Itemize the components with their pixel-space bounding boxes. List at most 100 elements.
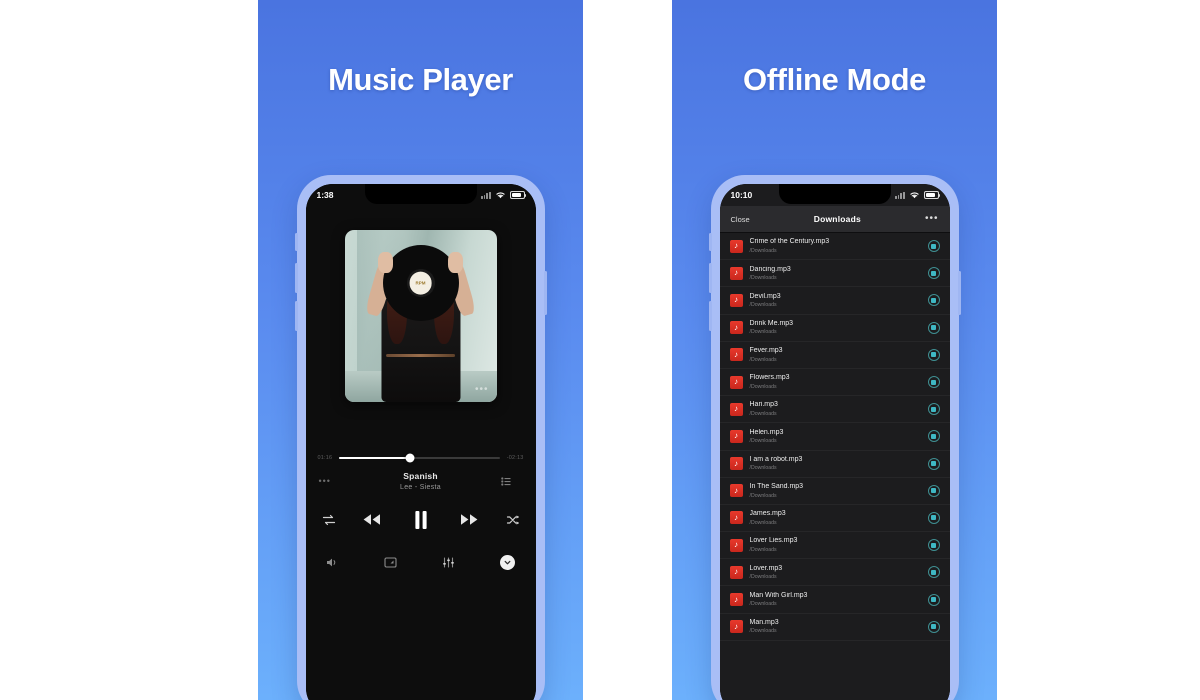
volume-up-button[interactable]	[294, 263, 298, 293]
fast-forward-button[interactable]	[459, 509, 480, 530]
stop-download-icon[interactable]	[927, 294, 940, 307]
file-name: Lover Lies.mp3	[749, 537, 798, 545]
panel-title-offline-mode: Offline Mode	[743, 62, 926, 97]
music-note-icon: ♪	[729, 321, 743, 335]
song-title: Spanish	[403, 471, 438, 481]
file-info: I am a robot.mp3/Downloads	[750, 456, 921, 472]
file-path: /Downloads	[749, 383, 777, 390]
list-item[interactable]: ♪ Dancing.mp3/Downloads	[719, 260, 950, 288]
list-item[interactable]: ♪ I am a robot.mp3/Downloads	[719, 451, 950, 478]
file-info: Crime of the Century.mp3/Downloads	[750, 238, 921, 254]
power-button[interactable]	[543, 271, 547, 315]
list-item[interactable]: ♪ Hari.mp3/Downloads	[719, 396, 950, 424]
stop-download-icon[interactable]	[927, 403, 940, 416]
shuffle-button[interactable]	[506, 513, 520, 527]
file-path: /Downloads	[749, 546, 777, 553]
list-item[interactable]: ♪ Devil.mp3/Downloads	[719, 287, 950, 315]
file-name: Helen.mp3	[749, 428, 784, 436]
stop-download-icon[interactable]	[927, 457, 940, 470]
silent-switch[interactable]	[294, 233, 298, 251]
list-item[interactable]: ♪ Man.mp3/Downloads	[719, 614, 950, 641]
playlist-queue-icon[interactable]	[500, 476, 523, 486]
volume-up-button[interactable]	[708, 263, 712, 293]
file-info: In The Sand.mp3/Downloads	[750, 483, 921, 499]
file-info: Devil.mp3/Downloads	[750, 293, 921, 309]
panel-gap	[583, 0, 672, 700]
music-note-icon: ♪	[729, 538, 743, 552]
more-horizontal-icon[interactable]: •••	[475, 385, 489, 395]
stop-download-icon[interactable]	[927, 348, 940, 361]
music-note-icon: ♪	[729, 402, 743, 416]
music-note-icon: ♪	[729, 565, 743, 579]
song-artist: Lee - Siesta	[400, 484, 441, 491]
file-info: Hari.mp3/Downloads	[750, 401, 921, 417]
file-name: Drink Me.mp3	[749, 319, 794, 327]
stop-download-icon[interactable]	[927, 593, 940, 606]
file-info: Fever.mp3/Downloads	[750, 347, 921, 363]
pause-button[interactable]	[408, 507, 433, 532]
list-item[interactable]: ♪ Lover.mp3/Downloads	[719, 559, 950, 587]
list-item[interactable]: ♪ James.mp3/Downloads	[719, 505, 950, 533]
file-info: Drink Me.mp3/Downloads	[750, 320, 921, 336]
cast-button[interactable]	[384, 556, 397, 569]
phone-screen-downloads: 10:10 Close Downloads ••• ♪ Crime of the…	[719, 184, 950, 700]
stop-download-icon[interactable]	[927, 620, 940, 633]
sleep-timer-button[interactable]	[500, 555, 516, 570]
stop-download-icon[interactable]	[927, 240, 940, 253]
page-title: Downloads	[813, 214, 861, 224]
list-item[interactable]: ♪ In The Sand.mp3/Downloads	[719, 478, 950, 505]
file-name: Dancing.mp3	[749, 265, 791, 273]
seek-knob[interactable]	[405, 453, 415, 463]
stop-download-icon[interactable]	[927, 321, 940, 334]
stop-download-icon[interactable]	[927, 566, 940, 579]
seek-slider[interactable]	[339, 453, 500, 463]
screenshot-stage: Music Player 1:38 RPM ••• 01:16 -02:13 •…	[0, 0, 1200, 700]
panel-title-music-player: Music Player	[328, 62, 513, 97]
stop-download-icon[interactable]	[927, 484, 940, 497]
list-item[interactable]: ♪ Helen.mp3/Downloads	[719, 423, 950, 451]
equalizer-button[interactable]	[442, 556, 455, 569]
music-note-icon: ♪	[729, 239, 743, 253]
stop-download-icon[interactable]	[927, 511, 940, 524]
album-art[interactable]: RPM •••	[344, 230, 497, 402]
volume-down-button[interactable]	[708, 301, 712, 331]
stop-download-icon[interactable]	[927, 267, 940, 280]
file-path: /Downloads	[749, 329, 777, 336]
file-info: Dancing.mp3/Downloads	[750, 266, 921, 282]
stop-download-icon[interactable]	[927, 430, 940, 443]
repeat-button[interactable]	[322, 513, 336, 527]
music-note-icon: ♪	[729, 375, 743, 389]
battery-icon	[509, 191, 526, 199]
stop-download-icon[interactable]	[927, 376, 940, 389]
downloads-list[interactable]: ♪ Crime of the Century.mp3/Downloads ♪ Danc…	[719, 233, 950, 700]
stop-download-icon[interactable]	[927, 539, 940, 552]
phone-mockup-player: 1:38 RPM ••• 01:16 -02:13 ••• Spanish Le…	[294, 175, 547, 700]
volume-down-button[interactable]	[294, 301, 298, 331]
file-info: Helen.mp3/Downloads	[750, 429, 921, 445]
music-note-icon: ♪	[729, 429, 743, 443]
status-time: 10:10	[730, 190, 753, 200]
power-button[interactable]	[957, 271, 961, 315]
file-path: /Downloads	[749, 492, 777, 499]
list-item[interactable]: ♪ Lover Lies.mp3/Downloads	[719, 532, 950, 560]
list-item[interactable]: ♪ Flowers.mp3/Downloads	[719, 369, 950, 397]
more-horizontal-icon[interactable]: •••	[925, 214, 939, 224]
list-item[interactable]: ♪ Drink Me.mp3/Downloads	[719, 315, 950, 342]
list-item[interactable]: ♪ Crime of the Century.mp3/Downloads	[719, 233, 950, 261]
downloads-header: Close Downloads •••	[719, 206, 950, 233]
remaining-time: -02:13	[506, 455, 524, 461]
notch	[778, 184, 891, 204]
list-item[interactable]: ♪ Man With Girl.mp3/Downloads	[719, 586, 950, 614]
more-horizontal-icon[interactable]: •••	[319, 476, 341, 486]
file-name: James.mp3	[749, 510, 786, 518]
file-name: Lover.mp3	[749, 564, 783, 572]
list-item[interactable]: ♪ Fever.mp3/Downloads	[719, 342, 950, 369]
music-note-icon: ♪	[729, 484, 743, 498]
rewind-button[interactable]	[361, 509, 382, 530]
status-time: 1:38	[316, 190, 334, 200]
close-button[interactable]: Close	[731, 215, 750, 224]
left-margin	[0, 0, 258, 700]
silent-switch[interactable]	[708, 233, 712, 251]
volume-button[interactable]	[326, 556, 339, 569]
record-label-text: RPM	[409, 272, 432, 295]
